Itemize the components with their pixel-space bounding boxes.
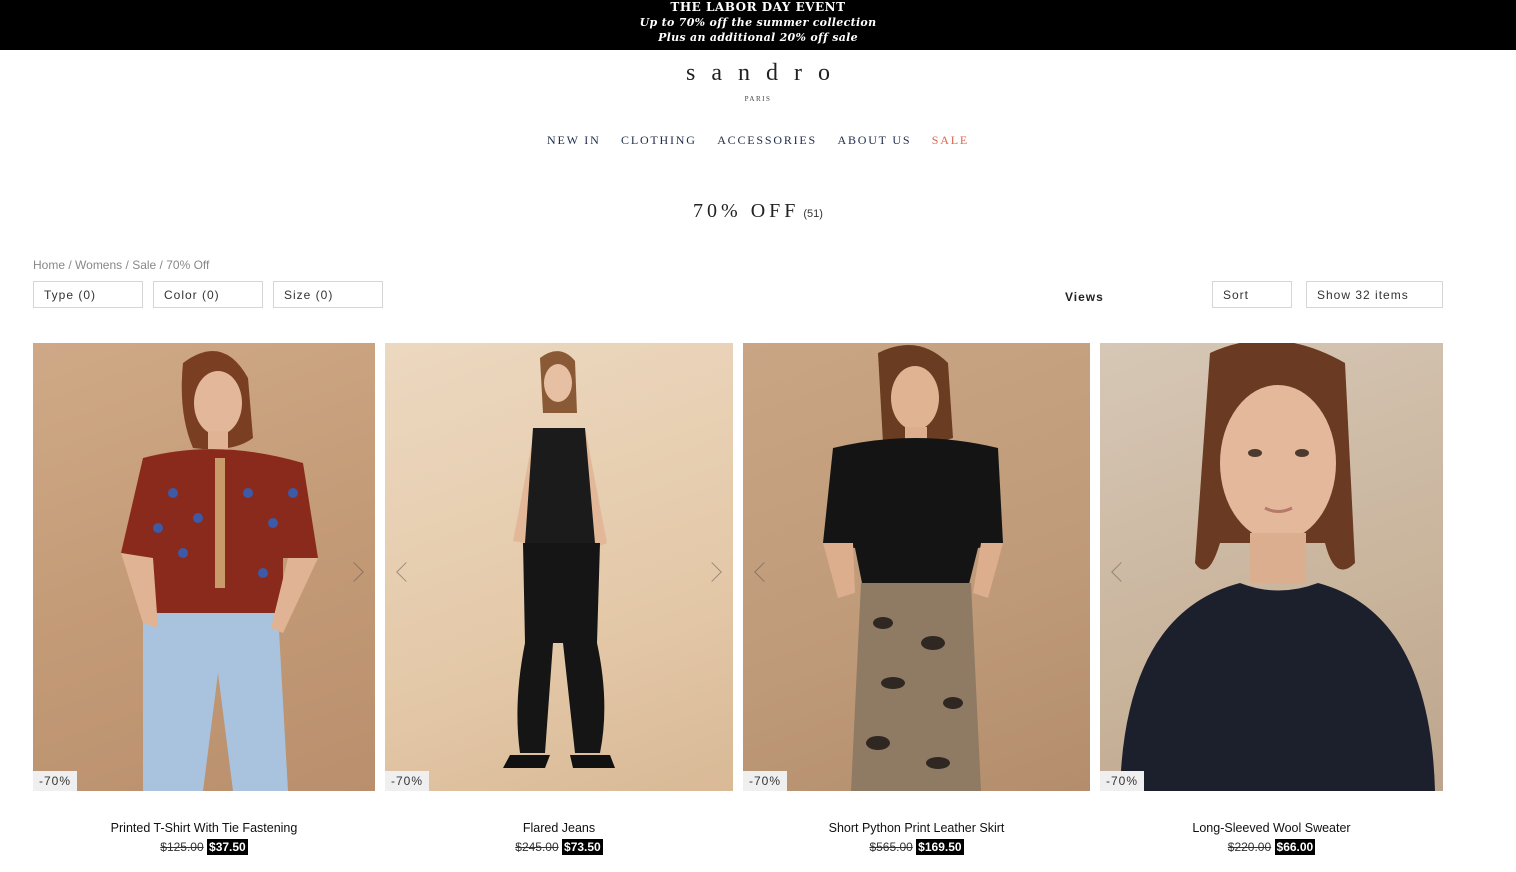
promo-extra: Plus an additional 20% off sale (658, 31, 858, 44)
product-image[interactable]: -70% (1100, 343, 1443, 791)
product-price: $245.00 $73.50 (385, 839, 733, 855)
product-image[interactable]: -70% (743, 343, 1090, 791)
model-illustration (823, 345, 1003, 791)
discount-badge: -70% (33, 771, 78, 791)
discount-badge: -70% (1100, 771, 1145, 791)
original-price: $245.00 (515, 840, 559, 854)
color-filter[interactable]: Color (0) (153, 281, 263, 308)
promo-banner[interactable]: THE LABOR DAY EVENT Up to 70% off the su… (0, 0, 1516, 50)
promo-title: THE LABOR DAY EVENT (670, 0, 846, 14)
views-toggle[interactable]: Views (1065, 290, 1104, 304)
sale-price: $66.00 (1274, 839, 1316, 855)
original-price: $220.00 (1227, 840, 1272, 854)
nav-about-us[interactable]: ABOUT US (837, 133, 911, 148)
logo-brand: sandro (686, 60, 846, 86)
original-price: $125.00 (160, 840, 204, 854)
product-price: $220.00 $66.00 (1100, 839, 1443, 855)
product-image[interactable]: -70% (33, 343, 375, 791)
result-count: (51) (803, 208, 823, 220)
breadcrumb-sale[interactable]: Sale (132, 258, 156, 272)
discount-badge: -70% (743, 771, 788, 791)
size-filter[interactable]: Size (0) (273, 281, 383, 308)
nav-accessories[interactable]: ACCESSORIES (717, 133, 817, 148)
items-per-page-dropdown[interactable]: Show 32 items (1306, 281, 1443, 308)
product-name[interactable]: Printed T-Shirt With Tie Fastening (33, 821, 375, 835)
nav-sale[interactable]: SALE (932, 133, 969, 148)
breadcrumb: Home / Womens / Sale / 70% Off (33, 258, 210, 272)
product-card[interactable]: -70% Flared Jeans $245.00 $73.50 (385, 343, 733, 855)
product-image[interactable]: -70% (385, 343, 733, 791)
nav-clothing[interactable]: CLOTHING (621, 133, 697, 148)
product-card[interactable]: -70% Short Python Print Leather Skirt $5… (743, 343, 1090, 855)
sale-price: $169.50 (916, 839, 964, 855)
type-filter[interactable]: Type (0) (33, 281, 143, 308)
nav-new-in[interactable]: NEW IN (547, 133, 601, 148)
product-name[interactable]: Flared Jeans (385, 821, 733, 835)
model-illustration (503, 351, 615, 768)
site-logo[interactable]: sandro PARIS (0, 60, 1516, 103)
product-price: $565.00 $169.50 (743, 839, 1090, 855)
product-card[interactable]: -70% Long-Sleeved Wool Sweater $220.00 $… (1100, 343, 1443, 855)
page-heading: 70% OFF (51) (0, 200, 1516, 223)
sale-price: $73.50 (562, 839, 603, 855)
page-title: 70% OFF (693, 200, 800, 222)
original-price: $565.00 (869, 840, 913, 854)
model-illustration (1120, 343, 1435, 791)
product-name[interactable]: Short Python Print Leather Skirt (743, 821, 1090, 835)
breadcrumb-current: 70% Off (166, 258, 210, 272)
discount-badge: -70% (385, 771, 430, 791)
main-nav: NEW IN CLOTHING ACCESSORIES ABOUT US SAL… (0, 131, 1516, 149)
product-price: $125.00 $37.50 (33, 839, 375, 855)
model-illustration (121, 351, 318, 791)
logo-city: PARIS (744, 95, 772, 103)
sort-dropdown[interactable]: Sort (1212, 281, 1292, 308)
product-card[interactable]: -70% Printed T-Shirt With Tie Fastening … (33, 343, 375, 855)
promo-subtitle: Up to 70% off the summer collection (639, 16, 877, 29)
breadcrumb-home[interactable]: Home (33, 258, 65, 272)
sale-price: $37.50 (207, 839, 248, 855)
product-name[interactable]: Long-Sleeved Wool Sweater (1100, 821, 1443, 835)
breadcrumb-womens[interactable]: Womens (75, 258, 122, 272)
